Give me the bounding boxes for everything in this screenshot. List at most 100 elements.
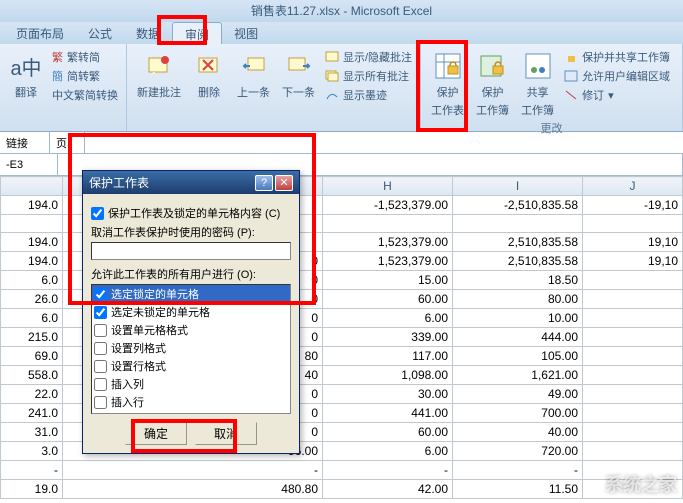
translate-button[interactable]: a中 翻译 xyxy=(6,48,46,104)
cell[interactable]: 105.00 xyxy=(453,347,583,366)
cell[interactable] xyxy=(1,215,63,233)
cell[interactable] xyxy=(583,215,683,233)
cell[interactable]: 700.00 xyxy=(453,404,583,423)
cell[interactable]: 1,098.00 xyxy=(323,366,453,385)
cell[interactable] xyxy=(583,328,683,347)
simp-to-trad-button[interactable]: 簡简转繁 xyxy=(50,67,120,85)
cell[interactable]: 6.0 xyxy=(1,271,63,290)
protect-workbook-button[interactable]: 保护 工作簿 xyxy=(472,48,513,120)
cell[interactable]: 6.00 xyxy=(323,309,453,328)
permission-option[interactable]: 选定锁定的单元格 xyxy=(92,285,290,303)
cell[interactable] xyxy=(583,366,683,385)
permission-option[interactable]: 设置单元格格式 xyxy=(92,321,290,339)
permission-option[interactable]: 插入行 xyxy=(92,393,290,411)
track-changes-button[interactable]: 修订 ▾ xyxy=(562,86,672,104)
cell[interactable]: 80.00 xyxy=(453,290,583,309)
password-input[interactable] xyxy=(91,242,291,260)
cell[interactable] xyxy=(583,404,683,423)
cell[interactable]: 558.0 xyxy=(1,366,63,385)
show-ink-button[interactable]: 显示墨迹 xyxy=(323,86,414,104)
table-row[interactable]: ---- xyxy=(1,461,683,480)
cell[interactable]: 49.00 xyxy=(453,385,583,404)
cell[interactable]: - xyxy=(1,461,63,480)
share-workbook-button[interactable]: 共享 工作簿 xyxy=(517,48,558,120)
cell[interactable] xyxy=(583,385,683,404)
delete-comment-button[interactable]: 删除 xyxy=(189,48,229,104)
convert-button[interactable]: 中文繁简转换 xyxy=(50,86,120,104)
permission-checkbox[interactable] xyxy=(94,360,107,373)
col-header-j[interactable]: J xyxy=(583,177,683,196)
col-header-h[interactable]: H xyxy=(323,177,453,196)
cell[interactable]: 18.50 xyxy=(453,271,583,290)
cell[interactable] xyxy=(583,442,683,461)
permissions-listbox[interactable]: 选定锁定的单元格选定未锁定的单元格设置单元格格式设置列格式设置行格式插入列插入行… xyxy=(91,284,291,414)
cell[interactable]: 30.00 xyxy=(323,385,453,404)
cell[interactable]: 15.00 xyxy=(323,271,453,290)
new-comment-button[interactable]: 新建批注 xyxy=(133,48,185,104)
permission-checkbox[interactable] xyxy=(94,324,107,337)
permission-option[interactable]: 插入超链接 xyxy=(92,411,290,414)
cancel-button[interactable]: 取消 xyxy=(195,422,257,445)
cell[interactable] xyxy=(583,347,683,366)
cell[interactable]: 22.0 xyxy=(1,385,63,404)
cell[interactable]: 19,10 xyxy=(583,233,683,252)
dialog-titlebar[interactable]: 保护工作表 ? ✕ xyxy=(83,171,299,194)
tab-formulas[interactable]: 公式 xyxy=(76,22,124,44)
protect-share-button[interactable]: 保护并共享工作簿 xyxy=(562,48,672,66)
cell[interactable]: 6.00 xyxy=(323,442,453,461)
permission-checkbox[interactable] xyxy=(94,288,107,301)
cell[interactable]: 1,621.00 xyxy=(453,366,583,385)
tab-data[interactable]: 数据 xyxy=(124,22,172,44)
cell[interactable]: 241.0 xyxy=(1,404,63,423)
cell[interactable]: 2,510,835.58 xyxy=(453,252,583,271)
tab-page-layout[interactable]: 页面布局 xyxy=(4,22,76,44)
col-header-a[interactable] xyxy=(1,177,63,196)
permission-checkbox[interactable] xyxy=(94,378,107,391)
dialog-close-button[interactable]: ✕ xyxy=(275,175,293,191)
cell[interactable]: 1,523,379.00 xyxy=(323,252,453,271)
tab-review[interactable]: 审阅 xyxy=(172,22,222,44)
cell[interactable]: 26.0 xyxy=(1,290,63,309)
allow-edit-ranges-button[interactable]: 允许用户编辑区域 xyxy=(562,67,672,85)
permission-option[interactable]: 插入列 xyxy=(92,375,290,393)
show-all-comments-button[interactable]: 显示所有批注 xyxy=(323,67,414,85)
cell[interactable] xyxy=(453,215,583,233)
cell-reference[interactable]: -E3 xyxy=(0,154,58,175)
cell[interactable]: -1,523,379.00 xyxy=(323,196,453,215)
permission-option[interactable]: 设置行格式 xyxy=(92,357,290,375)
permission-checkbox[interactable] xyxy=(94,414,107,415)
permission-checkbox[interactable] xyxy=(94,396,107,409)
next-comment-button[interactable]: 下一条 xyxy=(278,48,319,104)
permission-checkbox[interactable] xyxy=(94,342,107,355)
cell[interactable] xyxy=(583,290,683,309)
cell[interactable]: 3.0 xyxy=(1,442,63,461)
cell[interactable]: 6.0 xyxy=(1,309,63,328)
show-hide-comment-button[interactable]: 显示/隐藏批注 xyxy=(323,48,414,66)
cell[interactable]: 441.00 xyxy=(323,404,453,423)
cell[interactable]: 31.0 xyxy=(1,423,63,442)
trad-to-simp-button[interactable]: 繁繁转简 xyxy=(50,48,120,66)
cell[interactable]: 19,10 xyxy=(583,252,683,271)
cell[interactable] xyxy=(583,309,683,328)
ok-button[interactable]: 确定 xyxy=(125,422,187,445)
cell[interactable]: - xyxy=(323,461,453,480)
cell[interactable] xyxy=(583,271,683,290)
cell[interactable]: 1,523,379.00 xyxy=(323,233,453,252)
cell[interactable]: 2,510,835.58 xyxy=(453,233,583,252)
cell[interactable]: - xyxy=(453,461,583,480)
cell[interactable]: 720.00 xyxy=(453,442,583,461)
cell[interactable]: 10.00 xyxy=(453,309,583,328)
protect-contents-checkbox[interactable] xyxy=(91,207,104,220)
table-row[interactable]: 19.0480.8042.0011.50 xyxy=(1,480,683,499)
cell[interactable]: 480.80 xyxy=(63,480,323,499)
cell[interactable]: 194.0 xyxy=(1,233,63,252)
cell[interactable]: 194.0 xyxy=(1,196,63,215)
cell[interactable]: 60.00 xyxy=(323,290,453,309)
col-header-i[interactable]: I xyxy=(453,177,583,196)
cell[interactable]: 444.00 xyxy=(453,328,583,347)
cell[interactable]: 60.00 xyxy=(323,423,453,442)
cell[interactable]: 339.00 xyxy=(323,328,453,347)
permission-option[interactable]: 选定未锁定的单元格 xyxy=(92,303,290,321)
permission-checkbox[interactable] xyxy=(94,306,107,319)
cell[interactable]: 11.50 xyxy=(453,480,583,499)
